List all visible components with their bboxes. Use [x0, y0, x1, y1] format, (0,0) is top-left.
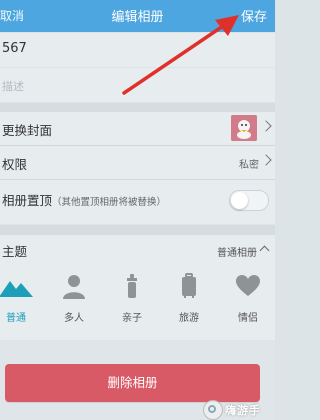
page-title: 编辑相册 — [111, 10, 164, 25]
theme-option-label: 普通 — [6, 313, 26, 324]
toggle-knob — [231, 192, 248, 209]
theme-option-family[interactable]: 亲子 — [104, 273, 160, 335]
theme-option-couple[interactable]: 情侣 — [220, 273, 275, 335]
pin-album-toggle[interactable] — [229, 190, 269, 211]
suitcase-icon — [182, 273, 196, 298]
theme-options: 普通 多人 亲子 旅游 情侣 — [0, 265, 275, 340]
pin-album-label: 相册置顶（其他置顶相册将被替换） — [2, 190, 166, 209]
album-name-value: 567 — [2, 41, 27, 56]
heart-icon — [236, 275, 260, 296]
permission-label: 权限 — [2, 157, 28, 172]
pin-label-text: 相册置顶 — [2, 193, 53, 208]
chevron-up-icon — [259, 245, 270, 256]
permission-value: 私密 — [239, 160, 259, 171]
edit-album-screen: 取消 编辑相册 保存 567 描述 更换封面 权限 私密 相册置顶（其他置顶相册… — [0, 0, 275, 420]
save-button[interactable]: 保存 — [241, 6, 267, 25]
delete-album-button[interactable]: 删除相册 — [5, 364, 260, 402]
album-name-field[interactable]: 567 — [0, 33, 275, 67]
theme-label: 主题 — [2, 244, 28, 259]
theme-option-normal[interactable]: 普通 — [0, 273, 44, 335]
theme-option-label: 多人 — [64, 313, 84, 324]
watermark-logo-icon — [203, 400, 223, 420]
mountain-icon — [0, 281, 33, 297]
top-bar: 取消 编辑相册 保存 — [0, 0, 275, 32]
theme-option-travel[interactable]: 旅游 — [161, 273, 217, 335]
permission-row[interactable]: 权限 私密 — [0, 146, 275, 180]
section-divider — [0, 225, 275, 235]
watermark-text: 嗨游手 — [225, 404, 261, 417]
pin-album-row: 相册置顶（其他置顶相册将被替换） — [0, 180, 275, 224]
chevron-right-icon — [260, 154, 272, 166]
change-cover-row[interactable]: 更换封面 — [0, 112, 275, 146]
chevron-right-icon — [260, 120, 272, 132]
theme-row[interactable]: 主题 普通相册 — [0, 235, 275, 265]
watermark: 嗨游手 — [203, 399, 273, 420]
theme-option-label: 亲子 — [122, 313, 142, 324]
theme-option-group[interactable]: 多人 — [46, 273, 102, 335]
album-description-field[interactable]: 描述 — [0, 68, 275, 102]
section-divider — [0, 103, 275, 112]
pin-note: （其他置顶相册将被替换） — [52, 197, 167, 208]
theme-option-label: 情侣 — [238, 313, 258, 324]
baby-bottle-icon — [127, 274, 137, 298]
cover-thumbnail — [231, 115, 257, 141]
theme-value: 普通相册 — [217, 248, 257, 259]
description-placeholder: 描述 — [2, 80, 24, 93]
change-cover-label: 更换封面 — [2, 123, 53, 138]
theme-option-label: 旅游 — [179, 313, 199, 324]
person-icon — [63, 275, 85, 299]
